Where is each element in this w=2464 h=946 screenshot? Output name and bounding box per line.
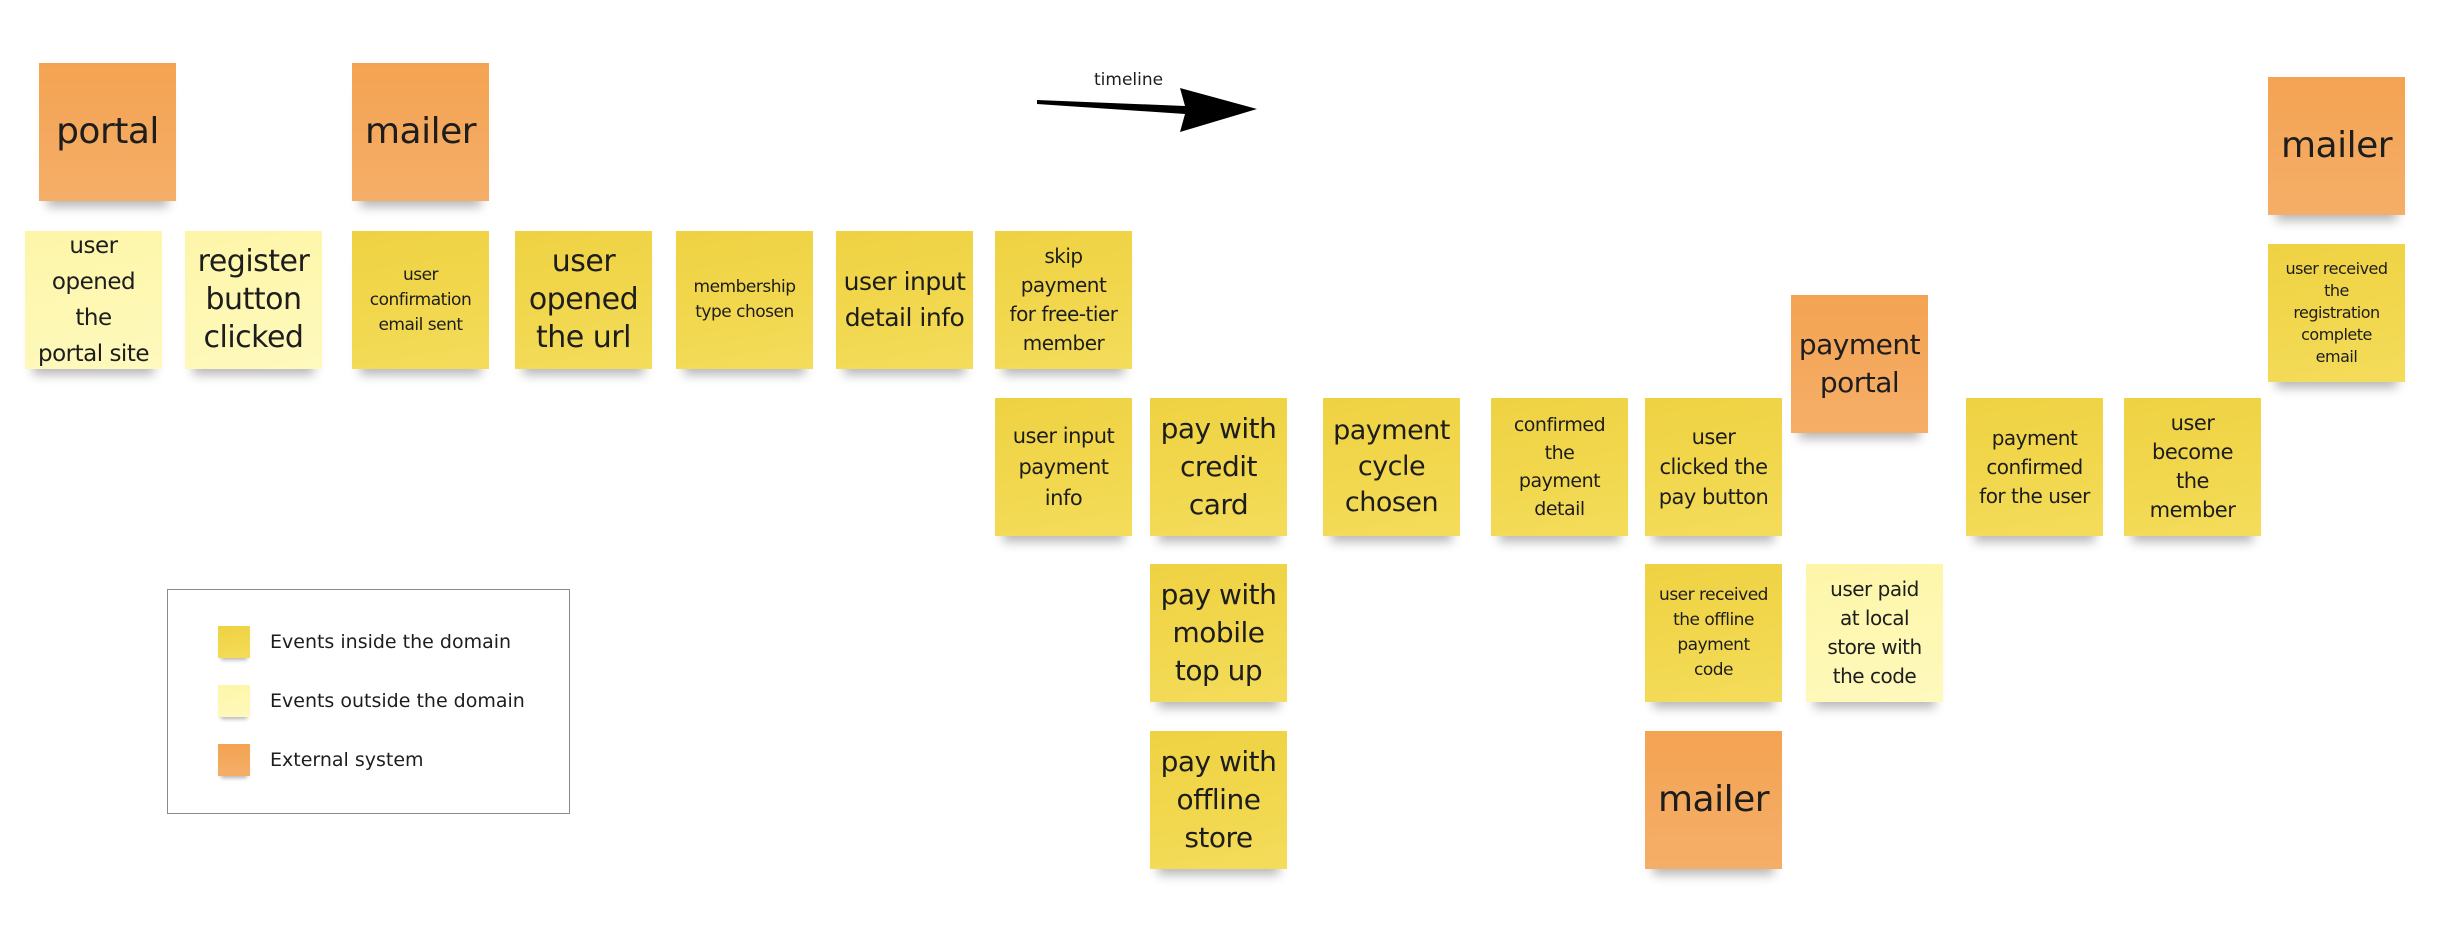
sticky-note-event[interactable]: pay with mobile top up	[1150, 564, 1287, 702]
sticky-note-event[interactable]: pay with credit card	[1150, 398, 1287, 536]
timeline-arrow-icon	[1037, 88, 1257, 132]
sticky-note-event[interactable]: user opened the url	[515, 231, 652, 369]
sticky-note-external[interactable]: mailer	[2268, 77, 2405, 215]
sticky-note-event[interactable]: user received the offline payment code	[1645, 564, 1782, 702]
sticky-note-event[interactable]: user become the member	[2124, 398, 2261, 536]
sticky-note-external[interactable]: mailer	[1645, 731, 1782, 869]
external-swatch-icon	[218, 744, 250, 776]
legend-item-inside: Events inside the domain	[218, 626, 511, 658]
legend-label: Events outside the domain	[270, 690, 525, 712]
outside-swatch-icon	[218, 685, 250, 717]
sticky-note-event[interactable]: user input detail info	[836, 231, 973, 369]
sticky-note-external[interactable]: portal	[39, 63, 176, 201]
sticky-note-external[interactable]: mailer	[352, 63, 489, 201]
sticky-note-event[interactable]: skip payment for free-tier member	[995, 231, 1132, 369]
sticky-note-event[interactable]: pay with offline store	[1150, 731, 1287, 869]
sticky-note-event[interactable]: user confirmation email sent	[352, 231, 489, 369]
legend-label: Events inside the domain	[270, 631, 512, 653]
legend-item-outside: Events outside the domain	[218, 685, 525, 717]
sticky-note-event[interactable]: payment cycle chosen	[1323, 398, 1460, 536]
sticky-note-event[interactable]: user received the registration complete …	[2268, 244, 2405, 382]
sticky-note-outside-event[interactable]: user opened the portal site	[25, 231, 162, 369]
sticky-note-external[interactable]: payment portal	[1791, 295, 1928, 433]
inside-swatch-icon	[218, 626, 250, 658]
legend-label: External system	[270, 749, 424, 771]
sticky-note-outside-event[interactable]: register button clicked	[185, 231, 322, 369]
sticky-note-event[interactable]: user input payment info	[995, 398, 1132, 536]
sticky-note-event[interactable]: payment confirmed for the user	[1966, 398, 2103, 536]
legend-item-external: External system	[218, 744, 424, 776]
sticky-note-event[interactable]: user clicked the pay button	[1645, 398, 1782, 536]
sticky-note-event[interactable]: confirmed the payment detail	[1491, 398, 1628, 536]
sticky-note-outside-event[interactable]: user paid at local store with the code	[1806, 564, 1943, 702]
legend: Events inside the domain Events outside …	[167, 589, 570, 814]
sticky-note-event[interactable]: membership type chosen	[676, 231, 813, 369]
